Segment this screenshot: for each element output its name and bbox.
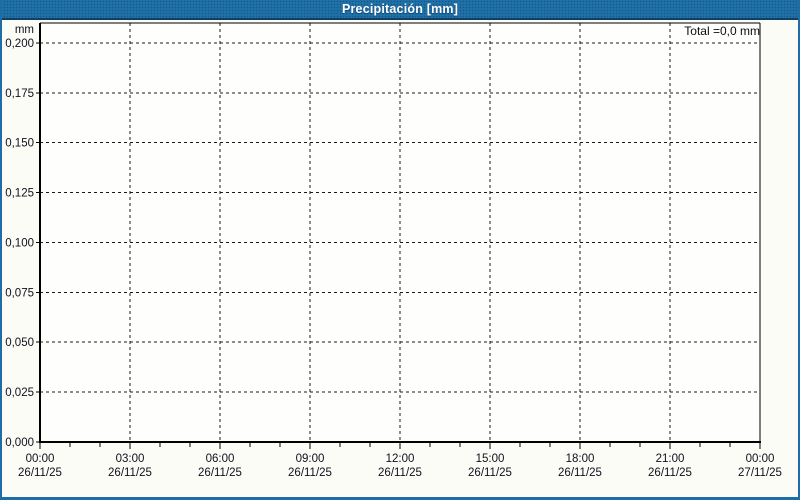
x-axis-time-label: 12:00 — [386, 453, 415, 465]
y-axis-label: 0,150 — [5, 138, 34, 150]
y-axis-label: 0,050 — [5, 337, 34, 349]
x-axis-date-label: 26/11/25 — [198, 467, 242, 479]
window-title: Precipitación [mm] — [341, 2, 459, 16]
y-axis-unit-label: mm — [15, 24, 34, 36]
total-label: Total =0,0 mm — [684, 24, 760, 38]
x-axis-time-label: 00:00 — [26, 453, 55, 465]
x-axis-time-label: 18:00 — [566, 453, 595, 465]
x-axis-date-label: 26/11/25 — [468, 467, 512, 479]
x-axis-date-label: 26/11/25 — [648, 467, 692, 479]
x-axis-time-label: 09:00 — [296, 453, 325, 465]
x-axis-date-label: 27/11/25 — [738, 467, 782, 479]
y-axis-label: 0,100 — [5, 237, 34, 249]
x-axis-time-label: 03:00 — [116, 453, 145, 465]
x-axis-date-label: 26/11/25 — [18, 467, 62, 479]
chart-window: Precipitación [mm] Total =0,0 mm 0,200 0,… — [0, 0, 800, 500]
x-axis-date-label: 26/11/25 — [558, 467, 602, 479]
x-axis-date-label: 26/11/25 — [108, 467, 152, 479]
y-axis-label: 0,175 — [5, 88, 34, 100]
x-axis-time-label: 00:00 — [746, 453, 775, 465]
window-titlebar: Precipitación [mm] — [2, 0, 798, 20]
x-axis-time-label: 15:00 — [476, 453, 505, 465]
y-axis-label: 0,000 — [5, 437, 34, 449]
precipitation-chart: 0,200 0,175 0,150 0,125 0,100 0,075 0,050 0,025… — [5, 22, 782, 479]
x-axis-date-label: 26/11/25 — [288, 467, 332, 479]
y-axis-label: 0,075 — [5, 287, 34, 299]
x-axis-time-label: 21:00 — [656, 453, 685, 465]
x-axis-time-label: 06:00 — [206, 453, 235, 465]
y-axis-label: 0,200 — [5, 38, 34, 50]
x-axis-date-label: 26/11/25 — [378, 467, 422, 479]
y-axis-label: 0,025 — [5, 387, 34, 399]
y-axis-label: 0,125 — [5, 188, 34, 200]
